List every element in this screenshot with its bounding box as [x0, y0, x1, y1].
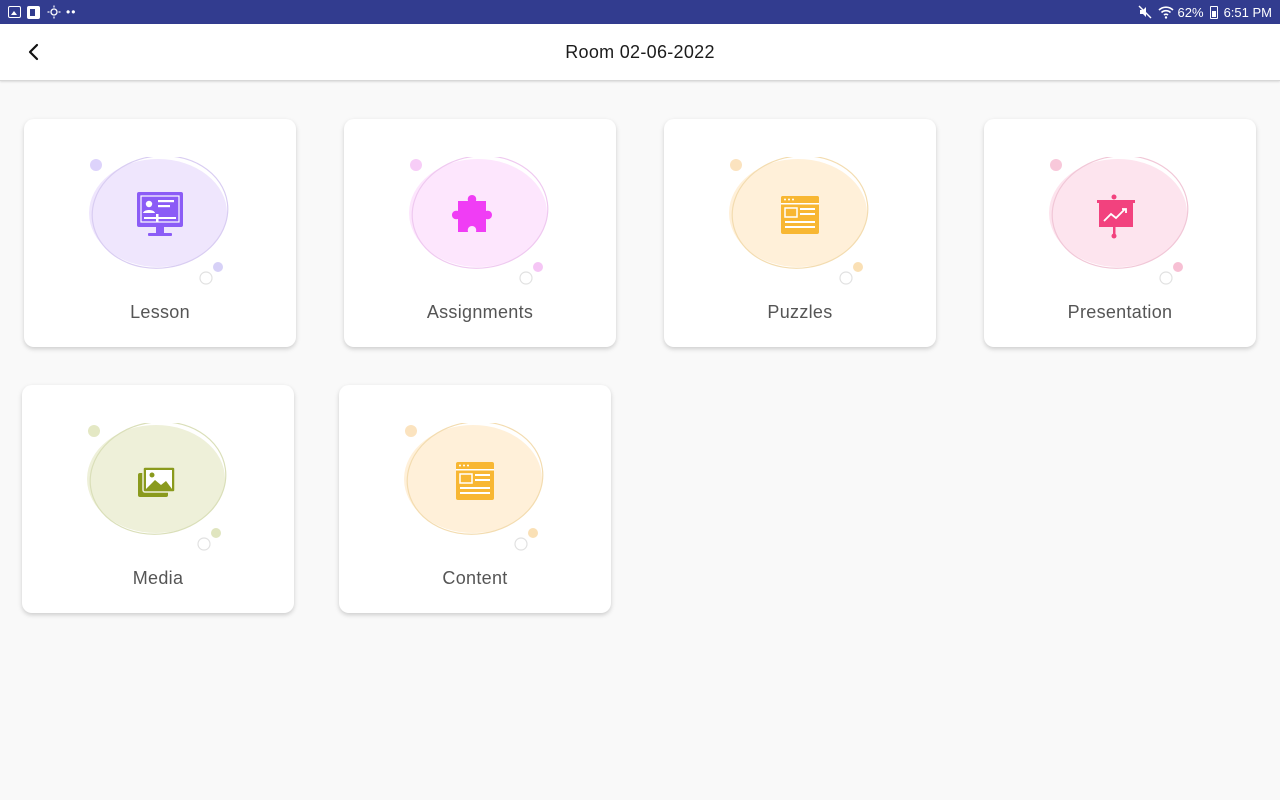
gallery-notification-icon [8, 6, 21, 18]
assignments-card-label: Assignments [426, 302, 534, 322]
puzzles-card[interactable]: Puzzles [664, 119, 936, 347]
presentation-illustration [1049, 157, 1189, 285]
puzzles-card-label: Puzzles [767, 302, 833, 322]
status-right: 62% 6:51 PM [1138, 5, 1272, 20]
clock: 6:51 PM [1223, 4, 1272, 20]
media-card[interactable]: Media [22, 385, 294, 613]
content-illustration [404, 423, 544, 551]
more-notifications-icon: •• [66, 5, 77, 19]
status-left: •• [8, 5, 76, 19]
back-button[interactable] [18, 36, 50, 68]
flipboard-notification-icon [27, 5, 40, 19]
weather-notification-icon [46, 5, 61, 19]
battery-percent: 62% [1177, 4, 1204, 20]
image-gallery-icon [138, 466, 176, 497]
presentation-card[interactable]: Presentation [984, 119, 1256, 347]
status-bar: •• 62% 6:51 PM [0, 0, 1280, 24]
puzzles-illustration [729, 157, 869, 285]
battery-icon [1209, 5, 1218, 19]
assignments-card[interactable]: Assignments [344, 119, 616, 347]
lesson-card[interactable]: Lesson [24, 119, 296, 347]
app-bar: Room 02-06-2022 [0, 24, 1280, 81]
presentation-card-label: Presentation [1067, 302, 1173, 322]
media-card-label: Media [132, 568, 184, 588]
content-card-label: Content [442, 568, 508, 588]
lesson-card-label: Lesson [130, 302, 190, 322]
assignments-illustration [409, 157, 549, 285]
mute-icon [1138, 5, 1152, 19]
lesson-illustration [89, 157, 229, 285]
browser-window-icon [456, 462, 494, 500]
content-card[interactable]: Content [339, 385, 611, 613]
browser-window-icon [781, 196, 819, 234]
chevron-left-icon [28, 43, 39, 61]
wifi-icon [1157, 5, 1174, 19]
page-title: Room 02-06-2022 [565, 41, 715, 62]
media-illustration [87, 423, 227, 551]
